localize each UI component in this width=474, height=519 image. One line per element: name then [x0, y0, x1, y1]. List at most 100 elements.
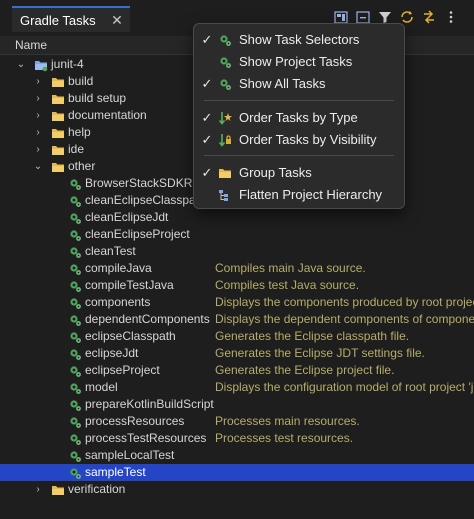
- view-menu-icon[interactable]: [444, 9, 458, 25]
- menu-item-order-tasks-by-type[interactable]: ✓ Order Tasks by Type: [194, 108, 404, 128]
- task-description: Displays the configuration model of root…: [215, 380, 474, 394]
- tree-item-label: processTestResources: [85, 431, 207, 445]
- tree-item-label: compileJava: [85, 261, 152, 275]
- gear-icon: [68, 245, 82, 259]
- tree-item-label: cleanEclipseJdt: [85, 210, 169, 224]
- gear-icon: [68, 347, 82, 361]
- tree-item-label: components: [85, 295, 151, 309]
- tree-task-row[interactable]: model Displays the configuration model of…: [0, 379, 474, 396]
- tree-item-label: junit-4: [51, 57, 84, 71]
- tree-task-row[interactable]: sampleLocalTest: [0, 447, 474, 464]
- tree-item-label: build setup: [68, 91, 127, 105]
- tree-task-row[interactable]: compileTestJava Compiles test Java source…: [0, 277, 474, 294]
- task-description: Processes main resources.: [215, 414, 360, 428]
- task-description: Generates the Eclipse JDT settings file.: [215, 346, 425, 360]
- gear-icon: [68, 194, 82, 208]
- checkmark-icon: ✓: [201, 165, 213, 180]
- folder-icon: [51, 92, 65, 106]
- gear-icon: [68, 313, 82, 327]
- task-description: Compiles main Java source.: [215, 261, 366, 275]
- chevron-right-icon[interactable]: ›: [33, 73, 43, 90]
- project-folder-icon: [34, 58, 48, 72]
- folder-icon: [51, 483, 65, 497]
- tree-task-row[interactable]: eclipseClasspath Generates the Eclipse cl…: [0, 328, 474, 345]
- column-name-label: Name: [15, 38, 48, 52]
- tree-item-label: compileTestJava: [85, 278, 174, 292]
- tree-item-label: prepareKotlinBuildScript: [85, 397, 214, 411]
- tab-title: Gradle Tasks: [20, 12, 96, 28]
- gear-icon: [68, 381, 82, 395]
- tree-task-row[interactable]: cleanEclipseJdt: [0, 209, 474, 226]
- gear-icon: [68, 211, 82, 225]
- gear-icon: [218, 77, 232, 91]
- menu-item-label: Show All Tasks: [239, 76, 326, 91]
- menu-item-order-tasks-by-visibility[interactable]: ✓ Order Tasks by Visibility: [194, 130, 404, 150]
- tree-item-label: other: [68, 159, 96, 173]
- tree-item-label: documentation: [68, 108, 147, 122]
- gear-icon: [68, 432, 82, 446]
- folder-icon: [51, 75, 65, 89]
- tree-task-row[interactable]: compileJava Compiles main Java source.: [0, 260, 474, 277]
- chevron-right-icon[interactable]: ›: [33, 107, 43, 124]
- tree-task-row[interactable]: dependentComponents Displays the dependen…: [0, 311, 474, 328]
- chevron-right-icon[interactable]: ›: [33, 481, 43, 498]
- tree-task-row[interactable]: prepareKotlinBuildScript: [0, 396, 474, 413]
- gear-icon: [68, 449, 82, 463]
- tree-item-label: verification: [68, 482, 126, 496]
- menu-item-label: Order Tasks by Visibility: [239, 132, 377, 147]
- task-description: Displays the dependent components of com…: [215, 312, 474, 326]
- chevron-right-icon[interactable]: ›: [33, 124, 43, 141]
- menu-item-show-all-tasks[interactable]: ✓ Show All Tasks: [194, 74, 404, 94]
- close-icon[interactable]: ✕: [108, 11, 126, 29]
- tree-folder-verification[interactable]: › verification: [0, 481, 474, 498]
- tree-task-row[interactable]: sampleTest: [0, 464, 474, 481]
- tree-task-row[interactable]: processTestResources Processes test resou…: [0, 430, 474, 447]
- menu-separator: [204, 155, 394, 156]
- tree-item-label: build: [68, 74, 94, 88]
- tree-task-row[interactable]: processResources Processes main resources…: [0, 413, 474, 430]
- tab-gradle-tasks[interactable]: Gradle Tasks ✕: [12, 6, 130, 32]
- menu-item-label: Show Task Selectors: [239, 32, 360, 47]
- checkmark-icon: ✓: [201, 110, 213, 125]
- view-options-menu: ✓ Show Task Selectors Show Project Tasks ✓ S…: [193, 23, 405, 209]
- task-description: Generates the Eclipse classpath file.: [215, 329, 410, 343]
- gear-icon: [68, 466, 82, 480]
- chevron-down-icon[interactable]: ⌄: [16, 56, 26, 73]
- gear-icon: [68, 262, 82, 276]
- chevron-right-icon[interactable]: ›: [33, 141, 43, 158]
- tree-task-row[interactable]: eclipseJdt Generates the Eclipse JDT sett…: [0, 345, 474, 362]
- chevron-down-icon[interactable]: ⌄: [33, 158, 43, 175]
- tree-task-row[interactable]: eclipseProject Generates the Eclipse proj…: [0, 362, 474, 379]
- gear-icon: [68, 296, 82, 310]
- tree-item-label: eclipseClasspath: [85, 329, 176, 343]
- tree-item-label: dependentComponents: [85, 312, 210, 326]
- gear-icon: [68, 228, 82, 242]
- chevron-right-icon[interactable]: ›: [33, 90, 43, 107]
- task-description: Generates the Eclipse project file.: [215, 363, 395, 377]
- tree-item-label: eclipseJdt: [85, 346, 139, 360]
- menu-item-show-project-tasks[interactable]: Show Project Tasks: [194, 52, 404, 72]
- menu-item-label: Group Tasks: [239, 165, 312, 180]
- menu-item-show-task-selectors[interactable]: ✓ Show Task Selectors: [194, 30, 404, 50]
- gear-icon: [68, 177, 82, 191]
- menu-item-label: Show Project Tasks: [239, 54, 353, 69]
- gear-icon: [68, 330, 82, 344]
- tree-task-row[interactable]: cleanTest: [0, 243, 474, 260]
- tree-item-label: sampleTest: [85, 465, 146, 479]
- sync-icon[interactable]: [400, 9, 414, 25]
- task-description: Displays the components produced by root…: [215, 295, 474, 309]
- tree-item-label: sampleLocalTest: [85, 448, 175, 462]
- tree-task-row[interactable]: cleanEclipseProject: [0, 226, 474, 243]
- folder-icon: [51, 160, 65, 174]
- menu-item-group-tasks[interactable]: ✓ Group Tasks: [194, 163, 404, 183]
- checkmark-icon: ✓: [201, 32, 213, 47]
- tree-task-row[interactable]: components Displays the components produc…: [0, 294, 474, 311]
- sort-visibility-icon: [218, 133, 232, 147]
- task-description: Processes test resources.: [215, 431, 354, 445]
- task-description: Compiles test Java source.: [215, 278, 360, 292]
- checkmark-icon: ✓: [201, 76, 213, 91]
- link-icon[interactable]: [422, 9, 436, 25]
- menu-separator: [204, 100, 394, 101]
- tree-item-label: cleanEclipseClasspat: [85, 193, 200, 207]
- menu-item-flatten-project-hierarchy[interactable]: Flatten Project Hierarchy: [194, 185, 404, 205]
